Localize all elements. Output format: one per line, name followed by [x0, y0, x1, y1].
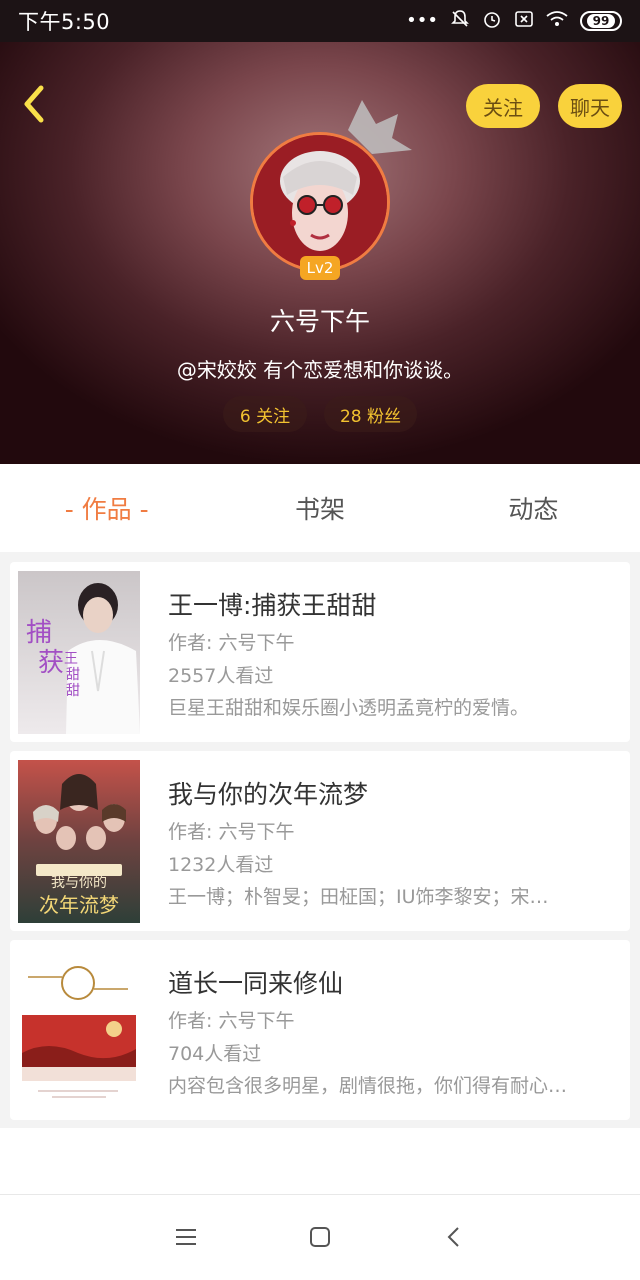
crown-icon — [348, 100, 412, 154]
book-views: 704人看过 — [168, 1043, 262, 1065]
battery-level: 99 — [586, 14, 616, 28]
avatar-wrap: Lv2 — [250, 100, 412, 280]
cover-image — [18, 949, 140, 1112]
home-square-icon — [310, 1227, 330, 1247]
tab-bookshelf[interactable]: 书架 — [213, 464, 426, 552]
book-title: 王一博:捕获王甜甜 — [168, 591, 377, 620]
home-button[interactable] — [300, 1217, 340, 1257]
book-title: 我与你的次年流梦 — [168, 780, 369, 809]
book-views: 2557人看过 — [168, 665, 274, 687]
status-bar: 下午5:50 ••• 99 — [0, 0, 640, 42]
book-title: 道长一同来修仙 — [168, 969, 344, 998]
battery-icon: 99 — [580, 11, 622, 31]
back-button[interactable] — [14, 84, 54, 124]
book-card[interactable]: 道长一同来修仙 作者: 六号下午 704人看过 内容包含很多明星，剧情很拖，你们… — [10, 940, 630, 1120]
book-cover[interactable]: 捕 获 王 甜 甜 — [18, 571, 140, 734]
book-card[interactable]: 我与你的 次年流梦 我与你的次年流梦 作者: 六号下午 1232人看过 王一博；… — [10, 751, 630, 931]
back-nav-button[interactable] — [434, 1217, 474, 1257]
alarm-icon — [482, 9, 502, 33]
book-views: 1232人看过 — [168, 854, 274, 876]
mute-bell-icon — [450, 9, 470, 33]
chevron-left-icon — [24, 85, 44, 123]
follow-button[interactable]: 关注 — [466, 84, 540, 128]
system-nav-bar — [0, 1194, 640, 1280]
book-author: 作者: 六号下午 — [168, 632, 295, 654]
cover-image: 捕 获 王 甜 甜 — [18, 571, 140, 734]
sim-off-icon — [514, 9, 534, 33]
back-arrow-icon — [447, 1227, 459, 1247]
svg-text:我与你的: 我与你的 — [51, 875, 107, 891]
tab-activity[interactable]: 动态 — [427, 464, 640, 552]
fans-count[interactable]: 28 粉丝 — [324, 396, 417, 432]
works-list: 捕 获 王 甜 甜 王一博:捕获王甜甜 作者: 六号下午 2557人看过 巨星王… — [0, 552, 640, 1128]
book-author: 作者: 六号下午 — [168, 1010, 295, 1032]
svg-text:甜: 甜 — [66, 667, 80, 683]
wifi-icon — [546, 10, 568, 32]
book-cover[interactable]: 我与你的 次年流梦 — [18, 760, 140, 923]
tab-works[interactable]: - 作品 - — [0, 464, 213, 552]
status-icons: ••• 99 — [406, 9, 622, 33]
book-description: 巨星王甜甜和娱乐圈小透明孟竟柠的爱情。 — [168, 697, 530, 719]
status-time: 下午5:50 — [18, 10, 111, 34]
svg-text:甜: 甜 — [66, 683, 80, 699]
menu-button[interactable] — [166, 1217, 206, 1257]
svg-text:捕: 捕 — [26, 618, 52, 648]
cover-image: 我与你的 次年流梦 — [18, 760, 140, 923]
username: 六号下午 — [269, 307, 370, 336]
book-author: 作者: 六号下午 — [168, 821, 295, 843]
menu-icon — [176, 1229, 196, 1245]
book-card[interactable]: 捕 获 王 甜 甜 王一博:捕获王甜甜 作者: 六号下午 2557人看过 巨星王… — [10, 562, 630, 742]
svg-text:王: 王 — [64, 651, 78, 667]
book-cover[interactable] — [18, 949, 140, 1112]
profile-header: 关注 聊天 Lv2 六号下午 @宋姣姣 有个恋爱想和你谈谈。 6 关注 28 粉… — [0, 42, 640, 464]
chat-button[interactable]: 聊天 — [558, 84, 622, 128]
svg-text:次年流梦: 次年流梦 — [39, 893, 119, 917]
svg-text:获: 获 — [38, 648, 64, 678]
user-bio: @宋姣姣 有个恋爱想和你谈谈。 — [176, 358, 464, 382]
following-count[interactable]: 6 关注 — [223, 396, 307, 432]
profile-tabs: - 作品 - 书架 动态 — [0, 464, 640, 552]
book-description: 内容包含很多明星，剧情很拖，你们得有耐心… — [168, 1075, 568, 1097]
book-description: 王一博；朴智旻；田柾国；IU饰李黎安；宋… — [168, 886, 549, 908]
level-badge: Lv2 — [300, 256, 340, 280]
more-dots-icon: ••• — [406, 10, 438, 31]
